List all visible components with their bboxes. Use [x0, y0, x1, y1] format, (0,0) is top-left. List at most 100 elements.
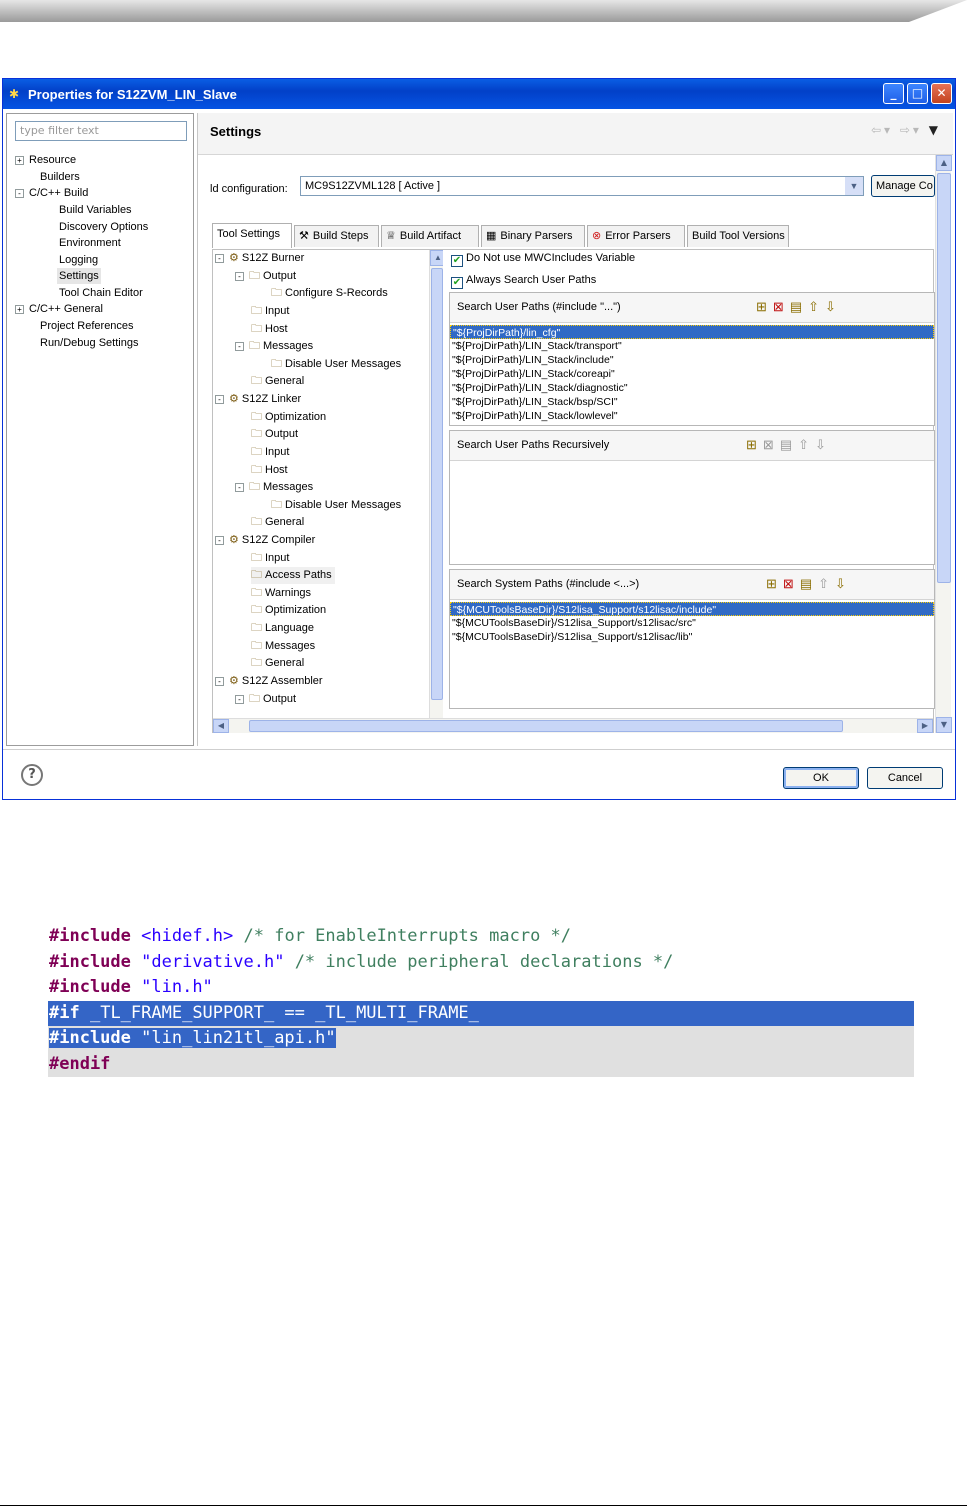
check-icon[interactable]: ✔ [451, 277, 463, 289]
tree-item[interactable]: 🗀 Configure S-Records [271, 285, 388, 302]
filter-input[interactable]: type filter text [15, 121, 187, 141]
list-item[interactable]: "${ProjDirPath}/LIN_Stack/lowlevel" [450, 409, 934, 423]
tab-build-artifact[interactable]: ♕ Build Artifact [381, 225, 479, 247]
list-item[interactable]: "${ProjDirPath}/LIN_Stack/diagnostic" [450, 381, 934, 395]
settings-folder-icon: 🗀 [251, 516, 262, 528]
code-line-selected: #include "lin_lin21tl_api.h" [48, 1026, 914, 1052]
move-up-icon: ⇧ [818, 576, 836, 591]
page-header-bar [0, 0, 967, 22]
list-item[interactable]: "${ProjDirPath}/LIN_Stack/coreapi" [450, 367, 934, 381]
collapse-icon[interactable]: - [15, 189, 24, 198]
manage-configurations-button[interactable]: Manage Co [871, 175, 935, 197]
add-icon: ⊞ [766, 576, 783, 591]
list-item[interactable]: "${ProjDirPath}/lin_cfg" [450, 325, 934, 339]
tree-item[interactable]: 🗀 General [251, 655, 304, 672]
user-paths-list: "${ProjDirPath}/lin_cfg" "${ProjDirPath}… [450, 323, 934, 423]
tree-item[interactable]: 🗀 Language [251, 620, 314, 637]
nav-item-cpp-general[interactable]: + C/C++ General [15, 301, 103, 317]
path-toolbar[interactable]: ⊞⊠▤⇧⇩ [746, 437, 832, 453]
nav-item-tool-chain-editor[interactable]: Tool Chain Editor [59, 285, 143, 301]
expand-icon[interactable]: + [15, 156, 24, 165]
nav-item-cpp-build[interactable]: - C/C++ Build [15, 185, 88, 201]
no-mwc-checkbox[interactable]: ✔ Do Not use MWCIncludes Variable [451, 252, 635, 267]
tree-item[interactable]: 🗀 Input [251, 550, 289, 567]
tree-item[interactable]: 🗀 Input [251, 303, 289, 320]
tree-item[interactable]: 🗀 Optimization [251, 409, 326, 426]
nav-item-project-references[interactable]: Project References [40, 318, 134, 334]
settings-folder-icon: 🗀 [251, 411, 262, 423]
help-icon[interactable]: ? [21, 764, 43, 786]
path-toolbar[interactable]: ⊞⊠▤⇧⇩ [756, 299, 842, 315]
horizontal-scrollbar[interactable]: ◀ ▶ [213, 718, 933, 733]
tree-item[interactable]: - 🗀 Messages [235, 338, 313, 355]
scroll-up-icon[interactable]: ▲ [430, 250, 443, 266]
tab-binary-parsers[interactable]: ▦ Binary Parsers [481, 225, 585, 247]
vertical-scrollbar[interactable]: ▲ ▼ [935, 155, 952, 733]
tree-item[interactable]: - 🗀 Output [235, 691, 296, 708]
scroll-left-icon[interactable]: ◀ [213, 719, 229, 733]
tree-item-burner[interactable]: - ⚙ S12Z Burner [215, 250, 304, 267]
property-nav-pane: type filter text + Resource Builders - C/C… [6, 113, 194, 746]
list-item[interactable]: "${ProjDirPath}/LIN_Stack/bsp/SCI" [450, 395, 934, 409]
scroll-thumb[interactable] [431, 268, 443, 700]
tree-item[interactable]: 🗀 Warnings [251, 585, 311, 602]
scroll-thumb[interactable] [249, 720, 843, 732]
tree-item[interactable]: 🗀 Host [251, 462, 288, 479]
tab-tool-settings[interactable]: Tool Settings [212, 223, 292, 248]
add-icon: ⊞ [746, 437, 763, 452]
tab-build-tool-versions[interactable]: Build Tool Versions [687, 225, 789, 247]
scroll-thumb[interactable] [937, 173, 951, 583]
tree-item-linker[interactable]: - ⚙ S12Z Linker [215, 391, 301, 408]
tree-item[interactable]: 🗀 Output [251, 426, 298, 443]
tab-build-steps[interactable]: ⚒ Build Steps [294, 225, 379, 247]
tree-item[interactable]: 🗀 Messages [251, 638, 315, 655]
tree-item[interactable]: - 🗀 Messages [235, 479, 313, 496]
scroll-down-icon[interactable]: ▼ [936, 717, 952, 733]
list-item[interactable]: "${ProjDirPath}/LIN_Stack/transport" [450, 339, 934, 353]
tool-icon: ⚙ [229, 675, 239, 687]
tree-item[interactable]: 🗀 General [251, 514, 304, 531]
tree-item[interactable]: 🗀 General [251, 373, 304, 390]
scroll-right-icon[interactable]: ▶ [917, 719, 933, 733]
tree-item-access-paths[interactable]: 🗀 Access Paths [251, 567, 335, 584]
tree-item[interactable]: 🗀 Input [251, 444, 289, 461]
close-button[interactable]: ✕ [931, 83, 952, 104]
nav-item-settings[interactable]: Settings [57, 268, 101, 284]
nav-item-run-debug-settings[interactable]: Run/Debug Settings [40, 335, 138, 351]
history-nav[interactable]: ⇦▾ ⇨▾ ▼ [871, 123, 941, 137]
tree-item[interactable]: 🗀 Optimization [251, 602, 326, 619]
title-bar[interactable]: ✱ Properties for S12ZVM_LIN_Slave _ □ ✕ [3, 79, 955, 109]
tree-item[interactable]: 🗀 Disable User Messages [271, 497, 401, 514]
scroll-up-icon[interactable]: ▲ [936, 155, 952, 171]
tree-item-compiler[interactable]: - ⚙ S12Z Compiler [215, 532, 315, 549]
expand-icon[interactable]: + [15, 305, 24, 314]
minimize-button[interactable]: _ [883, 83, 904, 104]
tree-item[interactable]: 🗀 Disable User Messages [271, 356, 401, 373]
list-item[interactable]: "${MCUToolsBaseDir}/S12lisa_Support/s12l… [450, 616, 934, 630]
nav-item-build-variables[interactable]: Build Variables [59, 202, 132, 218]
nav-item-resource[interactable]: + Resource [15, 152, 76, 168]
check-icon[interactable]: ✔ [451, 255, 463, 267]
nav-item-logging[interactable]: Logging [59, 252, 98, 268]
configuration-select[interactable]: MC9S12ZVML128 [ Active ] ▼ [300, 176, 864, 196]
system-paths-title: Search System Paths (#include <...>) [457, 578, 640, 590]
tree-item[interactable]: - 🗀 Output [235, 268, 296, 285]
cancel-button[interactable]: Cancel [867, 767, 943, 789]
always-search-checkbox[interactable]: ✔ Always Search User Paths [451, 274, 596, 289]
nav-item-environment[interactable]: Environment [59, 235, 121, 251]
path-toolbar[interactable]: ⊞⊠▤⇧⇩ [766, 576, 852, 592]
list-item[interactable]: "${MCUToolsBaseDir}/S12lisa_Support/s12l… [450, 602, 934, 616]
tree-item[interactable]: 🗀 Host [251, 321, 288, 338]
delete-icon: ⊠ [782, 576, 800, 591]
maximize-button[interactable]: □ [907, 83, 928, 104]
list-item[interactable]: "${MCUToolsBaseDir}/S12lisa_Support/s12l… [450, 630, 934, 644]
list-item[interactable]: "${ProjDirPath}/LIN_Stack/include" [450, 353, 934, 367]
tree-item-assembler[interactable]: - ⚙ S12Z Assembler [215, 673, 323, 690]
tab-error-parsers[interactable]: ⊗ Error Parsers [587, 225, 685, 247]
nav-item-builders[interactable]: Builders [40, 169, 80, 185]
ok-button[interactable]: OK [783, 767, 859, 789]
chevron-down-icon[interactable]: ▼ [845, 177, 863, 195]
nav-item-discovery-options[interactable]: Discovery Options [59, 219, 148, 235]
move-down-icon: ⇩ [835, 576, 852, 591]
tree-scrollbar[interactable]: ▲ [429, 250, 443, 720]
